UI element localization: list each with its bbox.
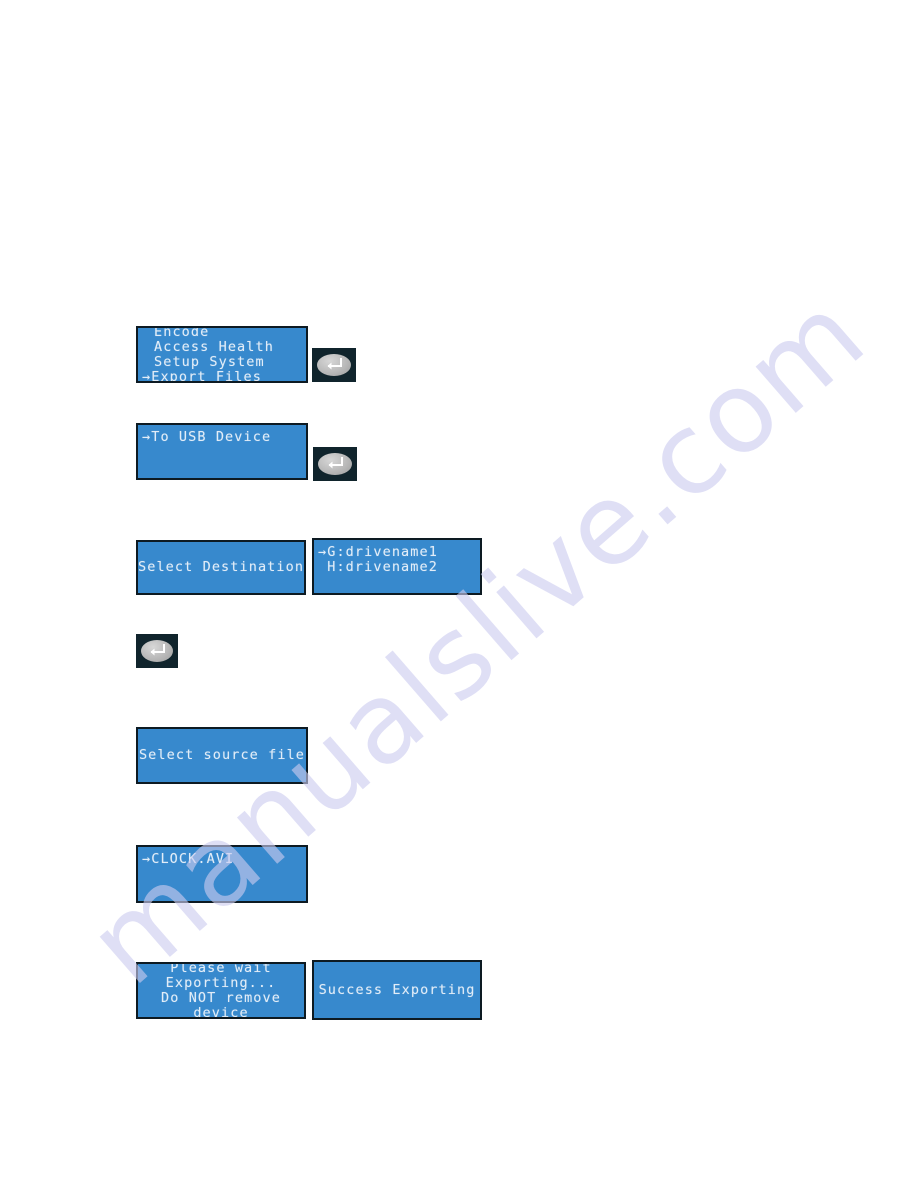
menu-item-setup-system[interactable]: Setup System bbox=[138, 354, 306, 370]
enter-key-after-main-menu[interactable] bbox=[312, 348, 356, 382]
enter-key-face[interactable] bbox=[316, 353, 352, 377]
success-exporting-label: Success Exporting bbox=[318, 981, 476, 998]
enter-key-after-drive-select[interactable] bbox=[136, 634, 178, 668]
drive-option-h[interactable]: H:drivename2 bbox=[314, 560, 480, 575]
enter-key-face[interactable] bbox=[140, 639, 174, 663]
exporting-line-4: device bbox=[193, 1004, 249, 1019]
source-file-option-clock-avi[interactable]: →CLOCK.AVI bbox=[138, 852, 306, 867]
select-destination-label: Select Destination bbox=[138, 559, 305, 575]
exporting-line-2: Exporting... bbox=[165, 974, 277, 991]
exporting-line-3: Do NOT remove bbox=[161, 989, 281, 1006]
enter-key-face[interactable] bbox=[317, 452, 353, 476]
select-source-file-label: Select source file bbox=[138, 747, 306, 763]
export-success-screen: Success Exporting bbox=[312, 960, 482, 1020]
select-source-file-screen: Select source file bbox=[136, 727, 308, 784]
drive-option-g[interactable]: →G:drivename1 bbox=[314, 545, 480, 560]
source-file-screen: →CLOCK.AVI bbox=[136, 845, 308, 903]
enter-key-after-usb-device[interactable] bbox=[313, 447, 357, 481]
exporting-progress-screen: Please wait Exporting... Do NOT remove d… bbox=[136, 962, 306, 1019]
usb-destination-screen: →To USB Device bbox=[136, 423, 308, 480]
drive-list-screen: →G:drivename1 H:drivename2 bbox=[312, 538, 482, 595]
enter-return-icon bbox=[325, 457, 345, 471]
menu-item-to-usb-device[interactable]: →To USB Device bbox=[138, 430, 306, 445]
exporting-line-1: Please wait bbox=[170, 962, 272, 976]
enter-return-icon bbox=[147, 644, 167, 658]
main-menu-screen: Encode Access Health Setup System →Expor… bbox=[136, 326, 308, 383]
select-destination-screen: Select Destination bbox=[136, 540, 306, 595]
enter-return-icon bbox=[324, 358, 344, 372]
menu-item-encode[interactable]: Encode bbox=[138, 328, 306, 340]
menu-item-export-files[interactable]: →Export Files bbox=[138, 369, 306, 381]
menu-item-access-health[interactable]: Access Health bbox=[138, 339, 306, 355]
